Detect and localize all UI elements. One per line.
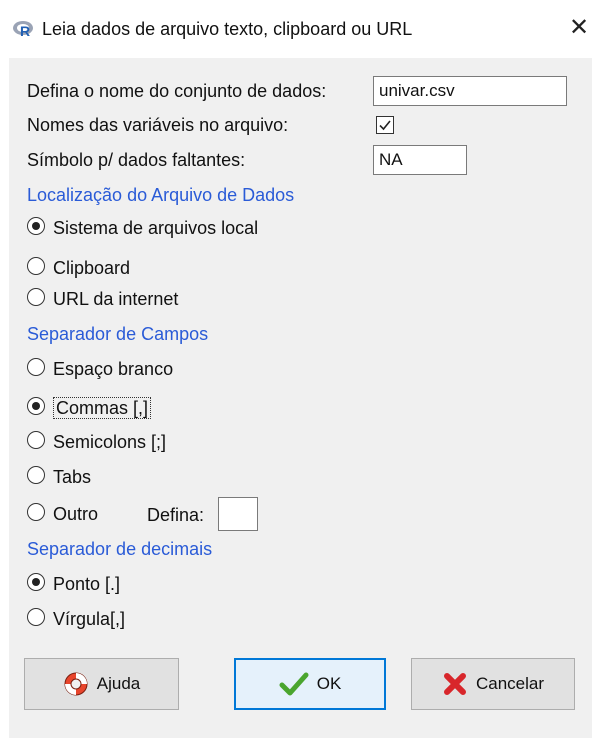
other-separator-input[interactable] [218, 497, 258, 531]
ok-button[interactable]: OK [234, 658, 386, 710]
title-bar: R Leia dados de arquivo texto, clipboard… [0, 0, 601, 58]
radio-label: Tabs [53, 466, 92, 487]
close-button[interactable]: ✕ [566, 14, 592, 42]
radio-label: URL da internet [53, 288, 179, 309]
location-heading: Localização do Arquivo de Dados [27, 185, 295, 205]
radio-clipboard[interactable]: Clipboard [27, 257, 130, 281]
radio-tabs[interactable]: Tabs [27, 466, 91, 490]
decimal-separator-heading: Separador de decimais [27, 539, 213, 559]
cancel-button[interactable]: Cancelar [411, 658, 575, 710]
ok-button-label: OK [316, 674, 342, 693]
radio-button[interactable] [27, 608, 45, 627]
red-x-icon [443, 673, 466, 695]
dataset-name-label: Defina o nome do conjunto de dados: [27, 81, 327, 101]
radio-button[interactable] [27, 257, 45, 276]
radio-label: Semicolons [;] [53, 431, 167, 452]
radio-label: Sistema de arquivos local [53, 217, 259, 238]
radio-internet-url[interactable]: URL da internet [27, 288, 178, 312]
radio-local-filesystem[interactable]: Sistema de arquivos local [27, 217, 258, 241]
radio-button[interactable] [27, 431, 45, 450]
missing-symbol-label: Símbolo p/ dados faltantes: [27, 150, 246, 170]
radio-label: Commas [,] [53, 396, 152, 419]
radio-label: Outro [53, 503, 99, 524]
radio-semicolons[interactable]: Semicolons [;] [27, 431, 166, 455]
radio-button[interactable] [27, 397, 45, 416]
other-define-label: Defina: [147, 505, 205, 525]
radio-button[interactable] [27, 288, 45, 307]
radio-label: Ponto [.] [53, 573, 121, 594]
radio-button[interactable] [27, 466, 45, 485]
radio-button[interactable] [27, 573, 45, 592]
field-separator-heading: Separador de Campos [27, 324, 209, 344]
checkmark-icon [279, 672, 309, 696]
radio-point[interactable]: Ponto [.] [27, 573, 120, 597]
radio-button[interactable] [27, 217, 45, 236]
r-logo-icon: R [13, 21, 33, 38]
lifebuoy-icon [64, 672, 88, 696]
window-title: Leia dados de arquivo texto, clipboard o… [42, 19, 413, 39]
radio-commas[interactable]: Commas [,] [27, 396, 152, 421]
cancel-button-label: Cancelar [475, 674, 545, 693]
radio-label: Clipboard [53, 257, 131, 278]
radio-label: Espaço branco [53, 358, 174, 379]
help-button-label: Ajuda [96, 674, 141, 693]
close-icon: ✕ [568, 14, 590, 41]
var-names-label: Nomes das variáveis no arquivo: [27, 115, 289, 135]
radio-whitespace[interactable]: Espaço branco [27, 358, 173, 382]
radio-other[interactable]: Outro [27, 503, 98, 527]
checkmark-icon [379, 120, 391, 131]
radio-comma-decimal[interactable]: Vírgula[,] [27, 608, 125, 632]
radio-button[interactable] [27, 503, 45, 522]
help-button[interactable]: Ajuda [24, 658, 179, 710]
dataset-name-input[interactable]: univar.csv [373, 76, 567, 106]
var-names-checkbox[interactable] [376, 116, 394, 134]
missing-symbol-input[interactable]: NA [373, 145, 467, 175]
radio-label: Vírgula[,] [53, 608, 126, 629]
dialog-body: Defina o nome do conjunto de dados: univ… [9, 58, 592, 738]
svg-text:R: R [20, 23, 30, 38]
radio-button[interactable] [27, 358, 45, 377]
